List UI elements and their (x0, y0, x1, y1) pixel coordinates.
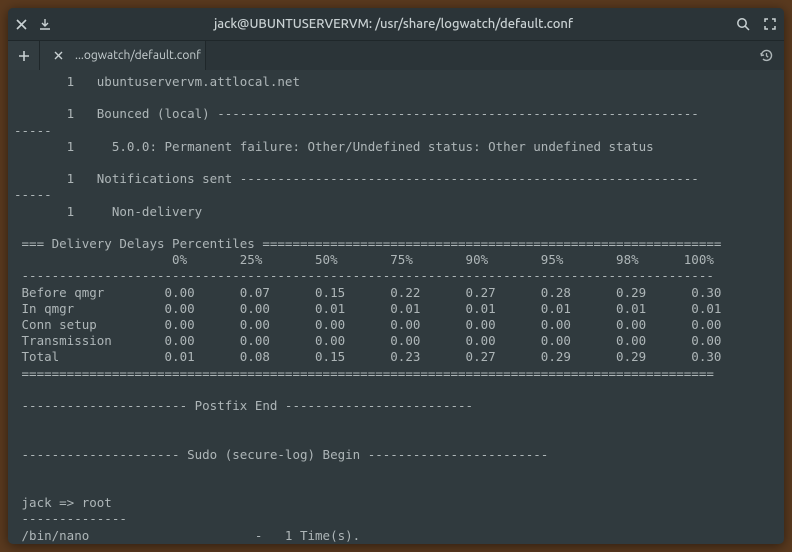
titlebar: jack@UBUNTUSERVERVM: /usr/share/logwatch… (8, 8, 784, 40)
tab-label: ...ogwatch/default.conf (75, 49, 201, 62)
window-title: jack@UBUNTUSERVERVM: /usr/share/logwatch… (51, 17, 736, 31)
terminal-output[interactable]: 1 ubuntuservervm.attlocal.net 1 Bounced … (8, 70, 784, 544)
close-icon[interactable] (16, 19, 27, 30)
fullscreen-icon[interactable] (764, 18, 776, 30)
terminal-window: jack@UBUNTUSERVERVM: /usr/share/logwatch… (8, 8, 784, 544)
history-icon[interactable] (748, 41, 784, 70)
search-icon[interactable] (736, 17, 750, 31)
tabbar: ...ogwatch/default.conf (8, 40, 784, 70)
download-icon[interactable] (39, 18, 51, 30)
new-tab-button[interactable] (8, 41, 40, 70)
tab-active[interactable]: ...ogwatch/default.conf (40, 41, 206, 70)
tab-close-icon[interactable] (48, 49, 69, 62)
